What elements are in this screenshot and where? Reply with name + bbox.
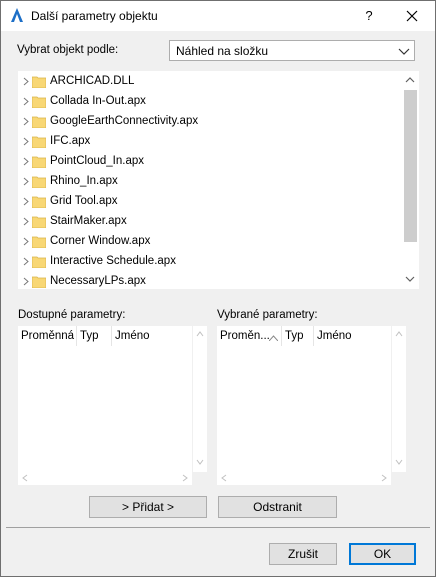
folder-icon <box>32 96 46 108</box>
archicad-logo-icon <box>11 8 23 22</box>
column-name[interactable]: Jméno <box>314 326 391 346</box>
add-button[interactable]: > Přidat > <box>89 496 207 518</box>
expand-arrow-icon[interactable] <box>23 277 29 286</box>
window-title: Další parametry objektu <box>31 9 158 23</box>
available-horizontal-scrollbar[interactable] <box>18 471 192 485</box>
available-params-label: Dostupné parametry: <box>18 309 126 321</box>
selected-params-label: Vybrané parametry: <box>217 309 318 321</box>
tree-item[interactable]: Grid Tool.apx <box>19 192 401 212</box>
column-type[interactable]: Typ <box>77 326 112 346</box>
expand-arrow-icon[interactable] <box>23 197 29 206</box>
tree-item[interactable]: PointCloud_In.apx <box>19 152 401 172</box>
select-by-label: Vybrat objekt podle: <box>17 44 119 56</box>
tree-item-label: StairMaker.apx <box>50 215 127 227</box>
folder-icon <box>32 216 46 228</box>
sort-ascending-icon <box>269 335 278 341</box>
scroll-up-icon[interactable] <box>196 331 204 337</box>
tree-item[interactable]: IFC.apx <box>19 132 401 152</box>
expand-arrow-icon[interactable] <box>23 117 29 126</box>
folder-icon <box>32 196 46 208</box>
folder-icon <box>32 136 46 148</box>
selected-horizontal-scrollbar[interactable] <box>217 471 391 485</box>
folder-icon <box>32 176 46 188</box>
scroll-up-icon[interactable] <box>395 331 403 337</box>
folder-icon <box>32 236 46 248</box>
tree-item[interactable]: StairMaker.apx <box>19 212 401 232</box>
folder-icon <box>32 156 46 168</box>
folder-icon <box>32 76 46 88</box>
scroll-down-icon[interactable] <box>196 459 204 465</box>
tree-item[interactable]: Interactive Schedule.apx <box>19 252 401 272</box>
selected-params-header: Proměn... Typ Jméno <box>217 326 391 346</box>
scroll-right-icon[interactable] <box>381 474 387 482</box>
available-params-list[interactable]: Proměnná Typ Jméno <box>18 326 207 472</box>
selected-params-list[interactable]: Proměn... Typ Jméno <box>217 326 406 472</box>
tree-item[interactable]: ARCHICAD.DLL <box>19 72 401 92</box>
tree-item-label: PointCloud_In.apx <box>50 155 144 167</box>
folder-icon <box>32 116 46 128</box>
tree-item-label: Rhino_In.apx <box>50 175 118 187</box>
tree-item-label: IFC.apx <box>50 135 91 147</box>
column-variable[interactable]: Proměnná <box>18 326 77 346</box>
title-bar[interactable]: Další parametry objektu ? <box>1 1 435 31</box>
tree-item-label: NecessaryLPs.apx <box>50 275 146 287</box>
expand-arrow-icon[interactable] <box>23 157 29 166</box>
chevron-down-icon <box>398 48 410 55</box>
scroll-down-icon[interactable] <box>395 459 403 465</box>
ok-button[interactable]: OK <box>349 543 416 565</box>
tree-item-label: Grid Tool.apx <box>50 195 118 207</box>
scroll-up-icon[interactable] <box>405 76 415 84</box>
tree-item-label: Corner Window.apx <box>50 235 151 247</box>
expand-arrow-icon[interactable] <box>23 77 29 86</box>
tree-vertical-scrollbar[interactable] <box>402 72 418 288</box>
expand-arrow-icon[interactable] <box>23 177 29 186</box>
folder-icon <box>32 256 46 268</box>
tree-item[interactable]: Rhino_In.apx <box>19 172 401 192</box>
cancel-button[interactable]: Zrušit <box>269 543 337 565</box>
remove-button[interactable]: Odstranit <box>218 496 337 518</box>
column-variable-sorted[interactable]: Proměn... <box>217 326 282 346</box>
scrollbar-thumb[interactable] <box>404 90 417 242</box>
scroll-left-icon[interactable] <box>22 474 28 482</box>
tree-item[interactable]: Collada In-Out.apx <box>19 92 401 112</box>
tree-item[interactable]: NecessaryLPs.apx <box>19 272 401 288</box>
footer-divider <box>6 527 430 528</box>
expand-arrow-icon[interactable] <box>23 237 29 246</box>
available-vertical-scrollbar[interactable] <box>193 326 207 472</box>
scroll-down-icon[interactable] <box>405 275 415 283</box>
tree-item-label: Collada In-Out.apx <box>50 95 146 107</box>
tree-item-label: GoogleEarthConnectivity.apx <box>50 115 199 127</box>
close-icon[interactable] <box>397 5 427 27</box>
scroll-left-icon[interactable] <box>221 474 227 482</box>
column-name[interactable]: Jméno <box>112 326 192 346</box>
expand-arrow-icon[interactable] <box>23 217 29 226</box>
expand-arrow-icon[interactable] <box>23 257 29 266</box>
column-type[interactable]: Typ <box>282 326 314 346</box>
selected-vertical-scrollbar[interactable] <box>392 326 406 472</box>
folder-icon <box>32 276 46 288</box>
available-params-header: Proměnná Typ Jméno <box>18 326 192 346</box>
select-by-dropdown[interactable]: Náhled na složku <box>169 40 415 61</box>
tree-item[interactable]: GoogleEarthConnectivity.apx <box>19 112 401 132</box>
scroll-right-icon[interactable] <box>182 474 188 482</box>
expand-arrow-icon[interactable] <box>23 137 29 146</box>
dialog-window: Další parametry objektu ? Vybrat objekt … <box>0 0 436 577</box>
select-by-value: Náhled na složku <box>176 44 269 58</box>
tree-item[interactable]: Corner Window.apx <box>19 232 401 252</box>
help-button[interactable]: ? <box>355 5 383 27</box>
expand-arrow-icon[interactable] <box>23 97 29 106</box>
tree-item-label: ARCHICAD.DLL <box>50 75 135 87</box>
folder-tree[interactable]: ARCHICAD.DLL Collada In-Out.apx GoogleEa… <box>18 71 419 289</box>
tree-item-label: Interactive Schedule.apx <box>50 255 176 267</box>
